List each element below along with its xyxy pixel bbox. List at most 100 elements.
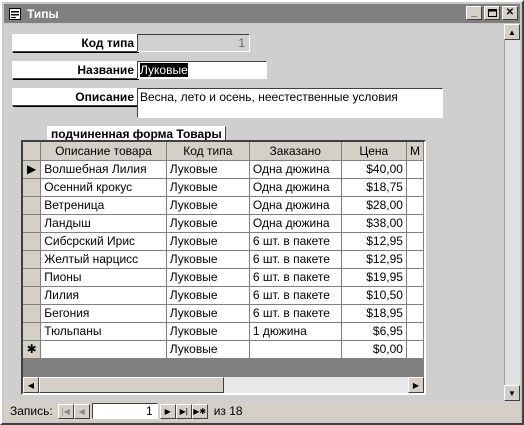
row-selector[interactable]: ▶ (23, 160, 42, 179)
cell-price[interactable]: $40,00 (341, 160, 407, 179)
column-header[interactable]: Код типа (166, 142, 250, 161)
row-selector[interactable] (23, 304, 42, 323)
cell-ordered[interactable]: 6 шт. в пакете (249, 250, 342, 269)
cell-type-code[interactable]: Луковые (166, 232, 250, 251)
cell-extra[interactable] (406, 286, 424, 305)
last-record-button[interactable]: ▶| (175, 403, 192, 419)
table-row[interactable]: Бегония Луковые 6 шт. в пакете $18,95 (23, 304, 424, 323)
scroll-right-button[interactable]: ▶ (408, 377, 424, 393)
cell-extra[interactable] (406, 250, 424, 269)
scroll-down-button[interactable]: ▼ (504, 385, 520, 401)
cell-type-code[interactable]: Луковые (166, 286, 250, 305)
cell-price[interactable]: $6,95 (341, 322, 407, 341)
close-button[interactable]: ✕ (502, 6, 518, 20)
cell-description[interactable]: Бегония (40, 304, 167, 323)
column-header[interactable]: М (406, 142, 424, 161)
cell-description[interactable]: Пионы (40, 268, 167, 287)
new-row-selector[interactable]: ✱ (23, 340, 42, 359)
cell-ordered[interactable]: Одна дюжина (249, 178, 342, 197)
record-number-input[interactable]: 1 (91, 403, 158, 419)
cell-price[interactable]: $12,95 (341, 232, 407, 251)
column-header[interactable]: Описание товара (40, 142, 167, 161)
scroll-left-button[interactable]: ◀ (23, 377, 39, 393)
cell-extra[interactable] (406, 196, 424, 215)
cell-ordered[interactable]: 6 шт. в пакете (249, 304, 342, 323)
cell-description[interactable]: Тюльпаны (40, 322, 167, 341)
table-row[interactable]: Лилия Луковые 6 шт. в пакете $10,50 (23, 286, 424, 305)
cell-price[interactable]: $38,00 (341, 214, 407, 233)
cell-ordered[interactable]: 1 дюжина (249, 322, 342, 341)
select-all-cell[interactable] (23, 142, 42, 161)
cell-extra[interactable] (406, 160, 424, 179)
cell-price[interactable]: $18,95 (341, 304, 407, 323)
maximize-button[interactable] (484, 6, 500, 20)
table-row[interactable]: Тюльпаны Луковые 1 дюжина $6,95 (23, 322, 424, 341)
horizontal-scrollbar[interactable]: ◀ ▶ (23, 377, 424, 393)
cell-type-code[interactable]: Луковые (166, 214, 250, 233)
row-selector[interactable] (23, 322, 42, 341)
cell-ordered[interactable]: 6 шт. в пакете (249, 232, 342, 251)
cell-ordered[interactable]: 6 шт. в пакете (249, 286, 342, 305)
cell-description[interactable]: Желтый нарцисс (40, 250, 167, 269)
cell-extra[interactable] (406, 214, 424, 233)
cell-type-code[interactable]: Луковые (166, 178, 250, 197)
table-row[interactable]: ▶ Волшебная Лилия Луковые Одна дюжина $40,00 (23, 160, 424, 179)
cell-price[interactable]: $12,95 (341, 250, 407, 269)
table-row[interactable]: Сибсрский Ирис Луковые 6 шт. в пакете $12,9… (23, 232, 424, 251)
title-bar[interactable]: Типы _ ✕ (4, 4, 520, 23)
cell-extra[interactable] (406, 304, 424, 323)
first-record-button[interactable]: |◀ (57, 403, 74, 419)
column-header[interactable]: Цена (341, 142, 407, 161)
cell-type-code[interactable]: Луковые (166, 160, 250, 179)
column-header[interactable]: Заказано (249, 142, 342, 161)
cell-ordered[interactable] (249, 340, 342, 359)
new-record-button[interactable]: ▶✱ (191, 403, 208, 419)
cell-ordered[interactable]: Одна дюжина (249, 160, 342, 179)
row-selector[interactable] (23, 232, 42, 251)
table-row[interactable]: Ветреница Луковые Одна дюжина $28,00 (23, 196, 424, 215)
description-field[interactable]: Весна, лето и осень, неестественные усло… (137, 88, 443, 118)
cell-ordered[interactable]: Одна дюжина (249, 196, 342, 215)
cell-type-code[interactable]: Луковые (166, 340, 250, 359)
table-row[interactable]: Ландыш Луковые Одна дюжина $38,00 (23, 214, 424, 233)
cell-type-code[interactable]: Луковые (166, 268, 250, 287)
row-selector[interactable] (23, 196, 42, 215)
cell-extra[interactable] (406, 232, 424, 251)
next-record-button[interactable]: ▶ (159, 403, 176, 419)
minimize-button[interactable]: _ (466, 6, 482, 20)
cell-description[interactable]: Ветреница (40, 196, 167, 215)
scroll-up-button[interactable]: ▲ (504, 24, 520, 40)
row-selector[interactable] (23, 250, 42, 269)
row-selector[interactable] (23, 268, 42, 287)
table-row[interactable]: Желтый нарцисс Луковые 6 шт. в пакете $12,9… (23, 250, 424, 269)
code-field[interactable]: 1 (137, 34, 250, 52)
cell-price[interactable]: $19,95 (341, 268, 407, 287)
table-row[interactable]: Осенний крокус Луковые Одна дюжина $18,75 (23, 178, 424, 197)
cell-price[interactable]: $0,00 (341, 340, 407, 359)
table-row[interactable]: Пионы Луковые 6 шт. в пакете $19,95 (23, 268, 424, 287)
cell-description[interactable]: Осенний крокус (40, 178, 167, 197)
cell-description[interactable]: Сибсрский Ирис (40, 232, 167, 251)
cell-extra[interactable] (406, 340, 424, 359)
cell-type-code[interactable]: Луковые (166, 196, 250, 215)
cell-price[interactable]: $18,75 (341, 178, 407, 197)
cell-extra[interactable] (406, 322, 424, 341)
form-vertical-scrollbar[interactable]: ▲ ▼ (504, 24, 520, 401)
new-row[interactable]: ✱ Луковые $0,00 (23, 340, 424, 359)
cell-price[interactable]: $10,50 (341, 286, 407, 305)
cell-type-code[interactable]: Луковые (166, 304, 250, 323)
row-selector[interactable] (23, 286, 42, 305)
cell-type-code[interactable]: Луковые (166, 250, 250, 269)
scroll-thumb[interactable] (39, 377, 224, 393)
cell-type-code[interactable]: Луковые (166, 322, 250, 341)
row-selector[interactable] (23, 214, 42, 233)
row-selector[interactable] (23, 178, 42, 197)
previous-record-button[interactable]: ◀ (73, 403, 90, 419)
cell-extra[interactable] (406, 178, 424, 197)
cell-ordered[interactable]: Одна дюжина (249, 214, 342, 233)
cell-description[interactable]: Ландыш (40, 214, 167, 233)
cell-price[interactable]: $28,00 (341, 196, 407, 215)
cell-description[interactable] (40, 340, 167, 359)
cell-extra[interactable] (406, 268, 424, 287)
cell-description[interactable]: Лилия (40, 286, 167, 305)
